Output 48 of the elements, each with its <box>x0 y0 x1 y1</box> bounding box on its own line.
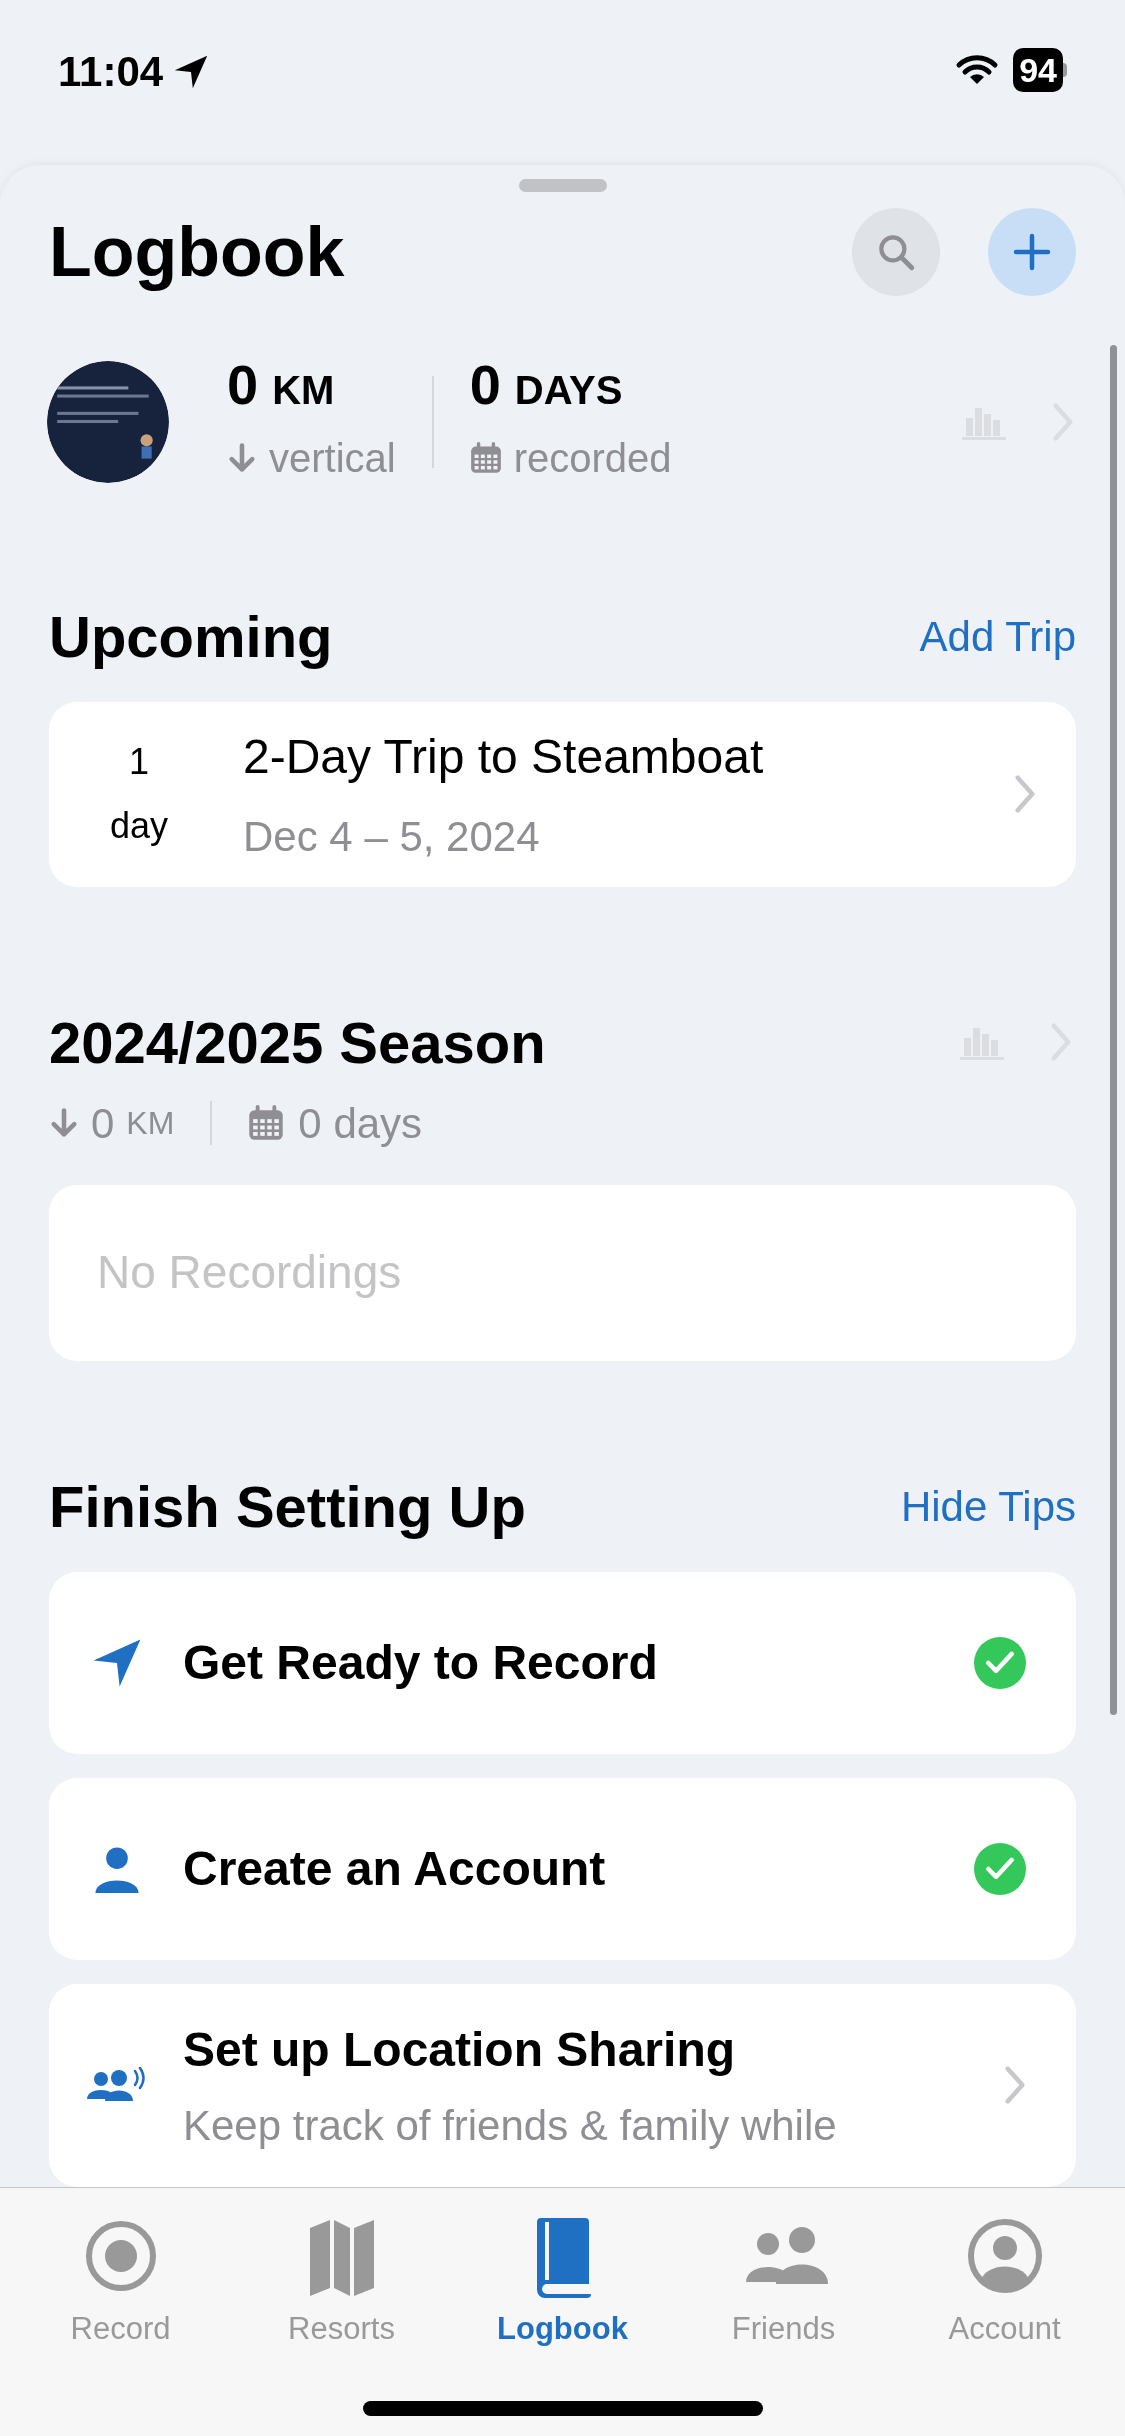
tab-item[interactable]: Account <box>904 2206 1105 2353</box>
days-unit: DAYS <box>514 366 623 414</box>
wifi-icon <box>955 54 1000 86</box>
add-trip-link[interactable]: Add Trip <box>919 604 1076 668</box>
location-arrow-icon <box>173 53 210 90</box>
section-title: Finish Setting Up <box>49 1473 526 1541</box>
calendar-icon <box>248 1105 285 1142</box>
tip-title: Get Ready to Record <box>183 1635 658 1691</box>
distance-unit: KM <box>272 366 335 414</box>
setup-tip-card[interactable]: Get Ready to Record <box>49 1572 1076 1754</box>
chevron-icon <box>1014 774 1036 815</box>
arrow-down-icon <box>227 441 257 474</box>
trip-countdown-number: 1 <box>129 740 149 785</box>
status-time: 11:04 <box>58 47 164 97</box>
arrow-down-icon <box>49 1107 79 1140</box>
distance-label: vertical <box>269 434 396 482</box>
days-label: recorded <box>513 434 672 482</box>
trip-countdown-unit: day <box>109 804 168 849</box>
plus-icon <box>1012 232 1052 273</box>
trip-card[interactable]: 1 day 2-Day Trip to Steamboat Dec 4 – 5, 2024 <box>49 701 1076 887</box>
section-title: Upcoming <box>49 602 333 671</box>
check-icon <box>974 1637 1026 1689</box>
section-title: 2024/2025 Season <box>49 1008 546 1077</box>
hide-tips-link[interactable]: Hide Tips <box>900 1475 1076 1538</box>
people-broadcast-icon <box>87 2067 147 2104</box>
trip-name: 2-Day Trip to Steamboat <box>243 728 764 785</box>
trip-dates: Dec 4 – 5, 2024 <box>243 811 541 862</box>
season-days: 0 days <box>298 1091 423 1155</box>
battery-level: 94 <box>1013 48 1063 92</box>
check-icon <box>974 1843 1026 1895</box>
days-value: 0 <box>469 356 501 413</box>
setup-tip-card[interactable]: Create an Account <box>49 1778 1076 1960</box>
tab-item[interactable]: Logbook <box>462 2206 663 2353</box>
empty-state-text: No Recordings <box>97 1245 402 1301</box>
distance-value: 0 <box>227 356 259 413</box>
tip-title: Create an Account <box>183 1841 606 1897</box>
tip-description: Keep track of friends & family while <box>183 2101 837 2151</box>
calendar-icon <box>469 441 502 474</box>
tip-title: Set up Location Sharing <box>183 2022 737 2078</box>
sheet-grabber[interactable] <box>518 179 607 192</box>
season-distance-value: 0 <box>91 1098 115 1149</box>
tab-item[interactable]: Record <box>20 2206 221 2353</box>
setup-tip-card[interactable]: Set up Location Sharing Keep track of friends & family while <box>49 1984 1076 2187</box>
chevron-icon <box>1004 2065 1026 2106</box>
page-title: Logbook <box>49 211 345 293</box>
tab-item[interactable]: Resorts <box>241 2206 442 2353</box>
season-distance-unit: KM <box>126 1104 175 1144</box>
tab-item[interactable]: Friends <box>683 2206 884 2353</box>
